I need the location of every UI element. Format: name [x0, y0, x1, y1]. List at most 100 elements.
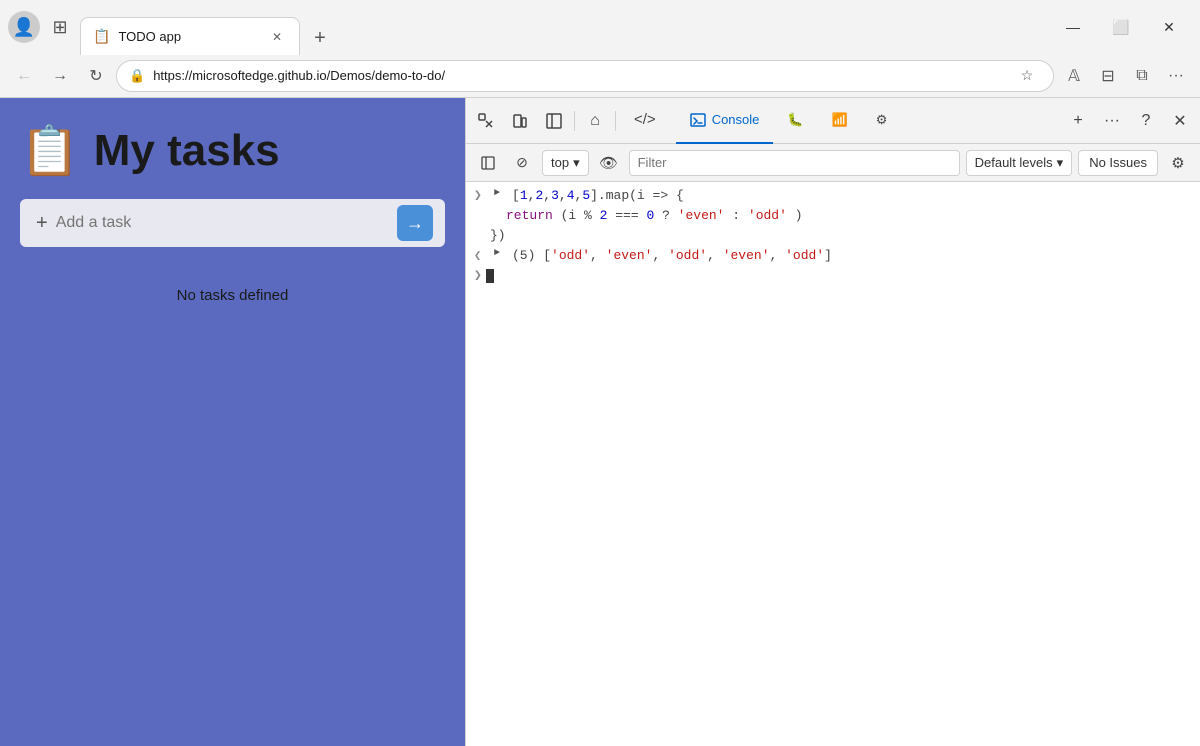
new-tab-icon: + [314, 27, 326, 50]
issues-label: No Issues [1089, 155, 1147, 170]
console-gear-icon: ⚙ [1171, 154, 1184, 172]
todo-input-row: + → [20, 199, 445, 247]
tab-settings-devtools[interactable]: ⚙ [862, 98, 902, 144]
forward-button[interactable]: → [44, 60, 76, 92]
address-bar-icons: ☆ [1013, 62, 1041, 90]
console-issues-button[interactable]: No Issues [1078, 150, 1158, 176]
console-line-4: ❮ ► (5) ['odd', 'even', 'odd', 'even', '… [466, 246, 1200, 266]
back-icon: ← [16, 67, 32, 85]
context-arrow-icon: ▾ [573, 155, 580, 171]
maximize-button[interactable]: ⬜ [1098, 11, 1144, 43]
new-tab-button[interactable]: + [304, 22, 336, 54]
more-icon: ··· [1168, 67, 1184, 85]
console-prompt-4: ❮ [474, 248, 490, 263]
lock-icon: 🔒 [129, 68, 145, 84]
inspect-element-button[interactable] [470, 105, 502, 137]
main-area: 📋 My tasks + → No tasks defined [0, 98, 1200, 746]
navigation-bar: ← → ↻ 🔒 https://microsoftedge.github.io/… [0, 54, 1200, 98]
profile-button[interactable]: 👤 [8, 11, 40, 43]
tab-network[interactable]: 📶 [818, 98, 862, 144]
split-screen-button[interactable]: ⊟ [1092, 60, 1124, 92]
tab-console[interactable]: Console [676, 98, 774, 144]
toolbar-separator-2 [615, 111, 616, 131]
todo-app: 📋 My tasks + → No tasks defined [0, 98, 465, 746]
empty-tasks-message: No tasks defined [20, 267, 445, 324]
refresh-button[interactable]: ↻ [80, 60, 112, 92]
console-code-2: return (i % 2 === 0 ? 'even' : 'odd' ) [506, 208, 803, 223]
browser-collections-icon: ⧉ [1136, 67, 1147, 85]
devtools-more-icon: ··· [1104, 112, 1120, 130]
levels-label: Default levels [975, 155, 1053, 170]
console-context-selector[interactable]: top ▾ [542, 150, 589, 176]
levels-arrow-icon: ▾ [1057, 155, 1064, 171]
collections-button[interactable]: ⊞ [44, 11, 76, 43]
console-code-1: [1,2,3,4,5].map(i => { [512, 188, 684, 203]
home-button[interactable]: ⌂ [579, 105, 611, 137]
network-icon: 📶 [832, 112, 848, 128]
profile-icon: 👤 [13, 17, 35, 38]
more-button[interactable]: ··· [1160, 60, 1192, 92]
device-emulation-button[interactable] [504, 105, 536, 137]
settings-icon: ⚙ [876, 112, 888, 128]
add-task-plus-icon: + [36, 212, 48, 235]
console-sidebar-button[interactable] [474, 149, 502, 177]
browser-window: 👤 ⊞ 📋 TODO app ✕ + — ⬜ ✕ ← → [0, 0, 1200, 746]
devtools-right-buttons: + ··· ? ✕ [1062, 105, 1196, 137]
bug-icon: 🐛 [787, 112, 803, 128]
todo-title: My tasks [94, 126, 280, 176]
devtools-more-button[interactable]: ··· [1096, 105, 1128, 137]
tab-close-button[interactable]: ✕ [267, 27, 287, 47]
eye-icon: 👁 [599, 154, 618, 172]
todo-app-icon: 📋 [20, 122, 80, 179]
devtools-close-icon: ✕ [1173, 111, 1186, 131]
expand-arrow-4[interactable]: ► [494, 248, 506, 259]
add-task-submit-button[interactable]: → [397, 205, 433, 241]
devtools-tabs: </> Console 🐛 📶 ⚙ [620, 98, 1060, 144]
console-input-line[interactable]: ❯ [466, 266, 1200, 285]
console-prompt-1: ❯ [474, 188, 490, 203]
console-code-3: }) [490, 228, 506, 243]
todo-header: 📋 My tasks [20, 122, 445, 179]
tab-elements[interactable]: </> [620, 98, 676, 144]
close-button[interactable]: ✕ [1146, 11, 1192, 43]
console-clear-button[interactable]: ⊘ [508, 149, 536, 177]
title-bar: 👤 ⊞ 📋 TODO app ✕ + — ⬜ ✕ [0, 0, 1200, 54]
active-tab[interactable]: 📋 TODO app ✕ [80, 17, 300, 55]
add-task-input[interactable] [56, 214, 397, 232]
tab-title: TODO app [118, 29, 259, 44]
favorite-icon[interactable]: ☆ [1013, 62, 1041, 90]
elements-icon: </> [634, 111, 656, 128]
collections-icon: ⊞ [52, 17, 67, 38]
add-panel-button[interactable]: + [1062, 105, 1094, 137]
window-controls: — ⬜ ✕ [1050, 11, 1192, 43]
console-line-3: }) [466, 226, 1200, 246]
console-filter-input[interactable] [629, 150, 960, 176]
help-icon: ? [1142, 112, 1151, 130]
console-cursor [486, 269, 494, 283]
back-button[interactable]: ← [8, 60, 40, 92]
tab-debugger[interactable]: 🐛 [773, 98, 817, 144]
console-toolbar: ⊘ top ▾ 👁 Default levels ▾ No Issues [466, 144, 1200, 182]
devtools-close-button[interactable]: ✕ [1164, 105, 1196, 137]
address-bar[interactable]: 🔒 https://microsoftedge.github.io/Demos/… [116, 60, 1054, 92]
read-aloud-button[interactable]: 𝔸 [1058, 60, 1090, 92]
console-result-4: (5) ['odd', 'even', 'odd', 'even', 'odd'… [512, 248, 832, 263]
expand-arrow-1[interactable]: ► [494, 188, 506, 199]
sidebar-toggle-button[interactable] [538, 105, 570, 137]
read-aloud-icon: 𝔸 [1068, 66, 1080, 86]
console-levels-selector[interactable]: Default levels ▾ [966, 150, 1073, 176]
devtools-help-button[interactable]: ? [1130, 105, 1162, 137]
console-line-1: ❯ ► [1,2,3,4,5].map(i => { [466, 186, 1200, 206]
tab-bar: 📋 TODO app ✕ + [80, 0, 1046, 54]
console-eye-button[interactable]: 👁 [595, 149, 623, 177]
devtools-toolbar: ⌂ </> Console 🐛 📶 [466, 98, 1200, 144]
refresh-icon: ↻ [89, 66, 102, 86]
tab-favicon: 📋 [93, 28, 110, 45]
submit-arrow-icon: → [406, 213, 424, 234]
nav-right-buttons: 𝔸 ⊟ ⧉ ··· [1058, 60, 1192, 92]
console-output: ❯ ► [1,2,3,4,5].map(i => { return (i % 2… [466, 182, 1200, 746]
console-settings-button[interactable]: ⚙ [1164, 149, 1192, 177]
browser-collections-button[interactable]: ⧉ [1126, 60, 1158, 92]
forward-icon: → [52, 67, 68, 85]
minimize-button[interactable]: — [1050, 11, 1096, 43]
